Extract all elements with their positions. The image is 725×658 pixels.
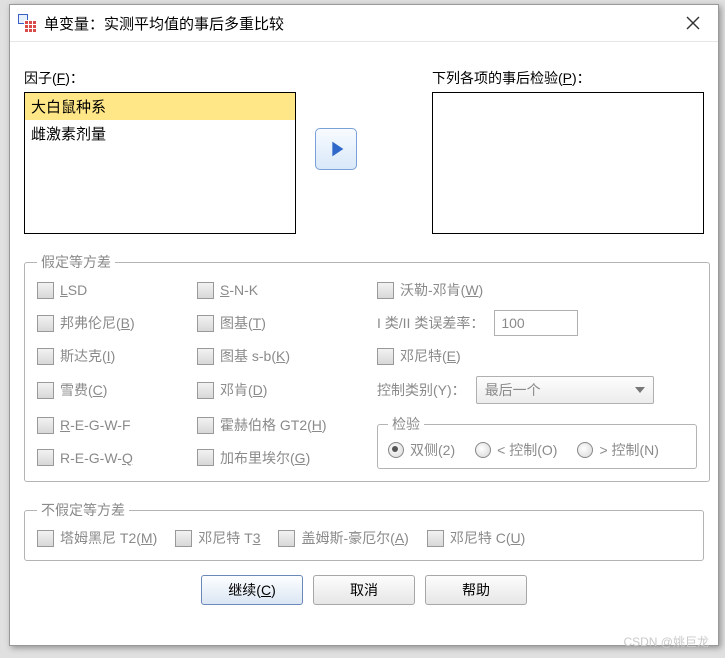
cb-sidak[interactable]: 斯达克(I): [37, 346, 197, 366]
group-test-legend: 检验: [388, 414, 424, 434]
list-item[interactable]: 大白鼠种系: [25, 93, 295, 120]
group-unequal-variance: 不假定等方差 塔姆黑尼 T2(M) 邓尼特 T3 盖姆斯-豪厄尔(A) 邓尼特 …: [24, 500, 704, 561]
cb-scheffe[interactable]: 雪费(C): [37, 380, 197, 400]
cb-games-howell[interactable]: 盖姆斯-豪厄尔(A): [278, 528, 408, 548]
radio-two-sided[interactable]: 双侧(2): [388, 440, 455, 460]
factors-listbox[interactable]: 大白鼠种系 雌激素剂量: [24, 92, 296, 234]
dialog-posthoc: 单变量：实测平均值的事后多重比较 因子(F)： 大白鼠种系 雌激素剂量: [9, 4, 719, 646]
group-unequal-legend: 不假定等方差: [37, 500, 129, 520]
group-equal-variance: 假定等方差 LSD S-N-K 沃勒-邓肯(W) 邦弗伦尼(B) 图基(T): [24, 252, 710, 482]
cb-waller-duncan[interactable]: 沃勒-邓肯(W): [377, 280, 697, 300]
cb-tukey[interactable]: 图基(T): [197, 313, 377, 333]
cb-lsd[interactable]: LSD: [37, 282, 197, 299]
help-button[interactable]: 帮助: [425, 575, 527, 605]
posthoc-listbox[interactable]: [432, 92, 704, 234]
control-category-label: 控制类别(Y)：: [377, 380, 466, 400]
cb-duncan[interactable]: 邓肯(D): [197, 380, 377, 400]
error-ratio-row: I 类/II 类误差率： 100: [377, 310, 697, 336]
cb-dunnett[interactable]: 邓尼特(E): [377, 346, 697, 366]
group-equal-legend: 假定等方差: [37, 252, 115, 272]
arrow-right-icon: [325, 138, 347, 160]
titlebar: 单变量：实测平均值的事后多重比较: [10, 5, 718, 42]
cb-bonferroni[interactable]: 邦弗伦尼(B): [37, 313, 197, 333]
app-icon: [18, 14, 36, 32]
cb-tukey-sb[interactable]: 图基 s-b(K): [197, 346, 377, 366]
cb-regwf[interactable]: R-E-G-W-F: [37, 417, 197, 434]
cb-gabriel[interactable]: 加布里埃尔(G): [197, 448, 377, 468]
continue-button[interactable]: 继续(C): [201, 575, 303, 605]
control-category-select[interactable]: 最后一个: [476, 376, 654, 404]
cb-regwq[interactable]: R-E-G-W-Q: [37, 449, 197, 466]
cb-hochberg[interactable]: 霍赫伯格 GT2(H): [197, 415, 377, 435]
chevron-down-icon: [635, 387, 645, 393]
error-ratio-label: I 类/II 类误差率：: [377, 313, 484, 333]
window-title: 单变量：实测平均值的事后多重比较: [44, 13, 284, 34]
factors-label: 因子(F)：: [24, 68, 296, 88]
cb-dunnett-c[interactable]: 邓尼特 C(U): [427, 528, 525, 548]
close-button[interactable]: [676, 10, 710, 36]
close-icon: [686, 16, 700, 30]
cb-snk[interactable]: S-N-K: [197, 282, 377, 299]
move-right-button[interactable]: [315, 128, 357, 170]
control-category-value: 最后一个: [485, 380, 541, 400]
radio-lt-control[interactable]: < 控制(O): [475, 440, 557, 460]
error-ratio-input[interactable]: 100: [494, 310, 578, 336]
cancel-button[interactable]: 取消: [313, 575, 415, 605]
posthoc-label: 下列各项的事后检验(P)：: [432, 68, 704, 88]
cb-dunnett-t3[interactable]: 邓尼特 T3: [175, 528, 260, 548]
list-item[interactable]: 雌激素剂量: [25, 120, 295, 147]
group-test-direction: 检验 双侧(2) < 控制(O) > 控制(N): [377, 414, 697, 469]
control-category-row: 控制类别(Y)： 最后一个: [377, 376, 697, 404]
cb-tamhane[interactable]: 塔姆黑尼 T2(M): [37, 528, 157, 548]
radio-gt-control[interactable]: > 控制(N): [577, 440, 659, 460]
